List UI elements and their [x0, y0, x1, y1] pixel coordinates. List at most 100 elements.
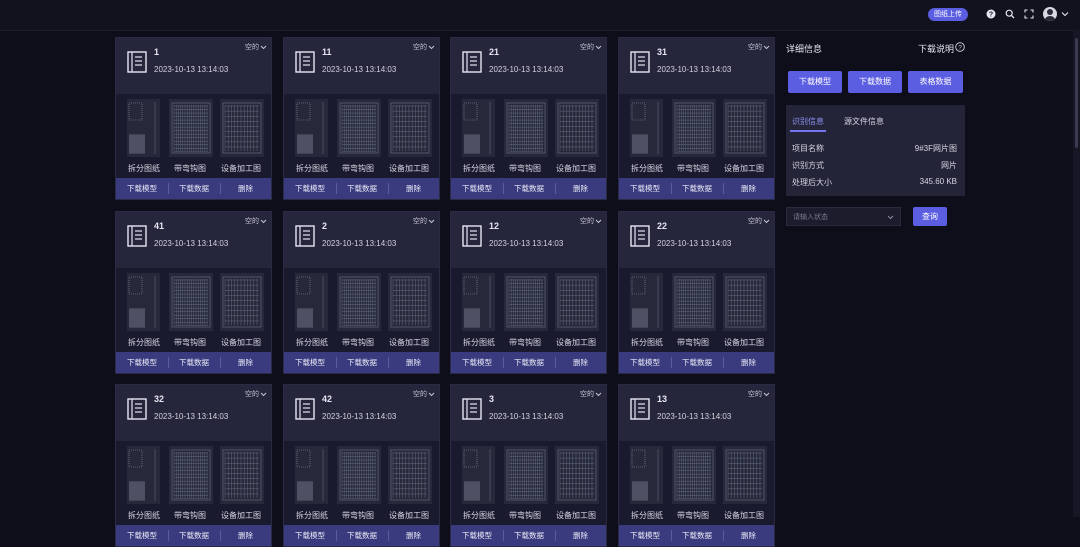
split-drawing-thumbnail[interactable] — [630, 99, 663, 157]
scrollbar-thumb[interactable] — [1075, 38, 1078, 148]
chevron-down-icon[interactable] — [763, 391, 770, 398]
drawing-card[interactable]: 22 2023-10-13 13:14:03 空的 拆分图纸 带弯钩图 设备加工图 下载模型… — [618, 211, 775, 374]
chevron-down-icon[interactable] — [428, 391, 435, 398]
card-status-dropdown[interactable]: 空的 — [748, 42, 762, 52]
card-download-model-button[interactable]: 下载模型 — [284, 178, 336, 199]
processing-drawing-thumbnail[interactable] — [555, 446, 599, 504]
card-download-model-button[interactable]: 下载模型 — [619, 178, 671, 199]
fullscreen-icon[interactable] — [1024, 9, 1034, 19]
hook-drawing-thumbnail[interactable] — [672, 446, 716, 504]
card-download-data-button[interactable]: 下载数据 — [671, 525, 723, 546]
processing-drawing-thumbnail[interactable] — [388, 99, 432, 157]
download-model-button[interactable]: 下载模型 — [788, 71, 842, 93]
card-status-dropdown[interactable]: 空的 — [413, 389, 427, 399]
card-delete-button[interactable]: 删除 — [723, 525, 774, 546]
processing-drawing-thumbnail[interactable] — [220, 446, 264, 504]
hook-drawing-thumbnail[interactable] — [337, 273, 381, 331]
drawing-card[interactable]: 32 2023-10-13 13:14:03 空的 拆分图纸 带弯钩图 设备加工图 下载模型… — [115, 384, 272, 547]
card-download-model-button[interactable]: 下载模型 — [451, 352, 503, 373]
table-data-button[interactable]: 表格数据 — [908, 71, 963, 93]
hook-drawing-thumbnail[interactable] — [337, 446, 381, 504]
drawing-card[interactable]: 2 2023-10-13 13:14:03 空的 拆分图纸 带弯钩图 设备加工图 下载模型下… — [283, 211, 440, 374]
upload-drawing-button[interactable]: 图纸上传 — [928, 8, 968, 21]
processing-drawing-thumbnail[interactable] — [388, 273, 432, 331]
card-download-model-button[interactable]: 下载模型 — [619, 525, 671, 546]
card-delete-button[interactable]: 删除 — [220, 352, 271, 373]
card-download-model-button[interactable]: 下载模型 — [116, 525, 168, 546]
card-status-dropdown[interactable]: 空的 — [245, 42, 259, 52]
drawing-card[interactable]: 11 2023-10-13 13:14:03 空的 拆分图纸 带弯钩图 设备加工图 下载模型… — [283, 37, 440, 200]
hook-drawing-thumbnail[interactable] — [169, 446, 213, 504]
card-download-model-button[interactable]: 下载模型 — [451, 525, 503, 546]
drawing-card[interactable]: 12 2023-10-13 13:14:03 空的 拆分图纸 带弯钩图 设备加工图 下载模型… — [450, 211, 607, 374]
card-status-dropdown[interactable]: 空的 — [245, 216, 259, 226]
drawing-card[interactable]: 1 2023-10-13 13:14:03 空的 拆分图纸 带弯钩图 设备加工图 下载模型下… — [115, 37, 272, 200]
card-download-data-button[interactable]: 下载数据 — [503, 352, 555, 373]
hook-drawing-thumbnail[interactable] — [504, 446, 548, 504]
processing-drawing-thumbnail[interactable] — [555, 99, 599, 157]
card-delete-button[interactable]: 删除 — [388, 178, 439, 199]
card-download-data-button[interactable]: 下载数据 — [503, 178, 555, 199]
split-drawing-thumbnail[interactable] — [630, 273, 663, 331]
hook-drawing-thumbnail[interactable] — [337, 99, 381, 157]
query-button[interactable]: 查询 — [913, 207, 947, 226]
card-status-dropdown[interactable]: 空的 — [580, 42, 594, 52]
card-download-data-button[interactable]: 下载数据 — [168, 525, 220, 546]
card-delete-button[interactable]: 删除 — [723, 178, 774, 199]
hook-drawing-thumbnail[interactable] — [672, 273, 716, 331]
split-drawing-thumbnail[interactable] — [295, 446, 328, 504]
processing-drawing-thumbnail[interactable] — [723, 273, 767, 331]
hook-drawing-thumbnail[interactable] — [169, 273, 213, 331]
chevron-down-icon[interactable] — [595, 391, 602, 398]
card-status-dropdown[interactable]: 空的 — [580, 216, 594, 226]
card-status-dropdown[interactable]: 空的 — [413, 216, 427, 226]
processing-drawing-thumbnail[interactable] — [220, 99, 264, 157]
card-delete-button[interactable]: 删除 — [555, 178, 606, 199]
split-drawing-thumbnail[interactable] — [630, 446, 663, 504]
card-download-data-button[interactable]: 下载数据 — [671, 178, 723, 199]
chevron-down-icon[interactable] — [595, 218, 602, 225]
split-drawing-thumbnail[interactable] — [127, 99, 160, 157]
chevron-down-icon[interactable] — [260, 44, 267, 51]
card-download-data-button[interactable]: 下载数据 — [671, 352, 723, 373]
card-download-model-button[interactable]: 下载模型 — [451, 178, 503, 199]
drawing-card[interactable]: 41 2023-10-13 13:14:03 空的 拆分图纸 带弯钩图 设备加工图 下载模型… — [115, 211, 272, 374]
chevron-down-icon[interactable] — [763, 218, 770, 225]
chevron-down-icon[interactable] — [428, 44, 435, 51]
drawing-card[interactable]: 3 2023-10-13 13:14:03 空的 拆分图纸 带弯钩图 设备加工图 下载模型下… — [450, 384, 607, 547]
chevron-down-icon[interactable] — [260, 218, 267, 225]
card-download-data-button[interactable]: 下载数据 — [336, 178, 388, 199]
card-status-dropdown[interactable]: 空的 — [580, 389, 594, 399]
card-status-dropdown[interactable]: 空的 — [245, 389, 259, 399]
chevron-down-icon[interactable] — [260, 391, 267, 398]
card-status-dropdown[interactable]: 空的 — [748, 216, 762, 226]
download-data-button[interactable]: 下载数据 — [848, 71, 902, 93]
hook-drawing-thumbnail[interactable] — [672, 99, 716, 157]
split-drawing-thumbnail[interactable] — [462, 99, 495, 157]
card-delete-button[interactable]: 删除 — [388, 352, 439, 373]
hook-drawing-thumbnail[interactable] — [504, 273, 548, 331]
card-download-model-button[interactable]: 下载模型 — [116, 178, 168, 199]
split-drawing-thumbnail[interactable] — [462, 446, 495, 504]
drawing-card[interactable]: 13 2023-10-13 13:14:03 空的 拆分图纸 带弯钩图 设备加工图 下载模型… — [618, 384, 775, 547]
card-download-data-button[interactable]: 下载数据 — [503, 525, 555, 546]
avatar-icon[interactable] — [1043, 7, 1057, 21]
user-menu[interactable] — [1043, 7, 1073, 23]
tab-source-file-info[interactable]: 源文件信息 — [844, 116, 884, 127]
hook-drawing-thumbnail[interactable] — [169, 99, 213, 157]
card-status-dropdown[interactable]: 空的 — [748, 389, 762, 399]
drawing-card[interactable]: 42 2023-10-13 13:14:03 空的 拆分图纸 带弯钩图 设备加工图 下载模型… — [283, 384, 440, 547]
chevron-down-icon[interactable] — [428, 218, 435, 225]
card-download-model-button[interactable]: 下载模型 — [116, 352, 168, 373]
card-download-data-button[interactable]: 下载数据 — [168, 178, 220, 199]
split-drawing-thumbnail[interactable] — [295, 273, 328, 331]
card-delete-button[interactable]: 删除 — [555, 525, 606, 546]
chevron-down-icon[interactable] — [595, 44, 602, 51]
chevron-down-icon[interactable] — [1061, 10, 1069, 18]
split-drawing-thumbnail[interactable] — [295, 99, 328, 157]
drawing-card[interactable]: 21 2023-10-13 13:14:03 空的 拆分图纸 带弯钩图 设备加工图 下载模型… — [450, 37, 607, 200]
drawing-card[interactable]: 31 2023-10-13 13:14:03 空的 拆分图纸 带弯钩图 设备加工图 下载模型… — [618, 37, 775, 200]
card-delete-button[interactable]: 删除 — [220, 178, 271, 199]
status-select[interactable]: 请输入状态 — [786, 207, 901, 226]
card-delete-button[interactable]: 删除 — [723, 352, 774, 373]
